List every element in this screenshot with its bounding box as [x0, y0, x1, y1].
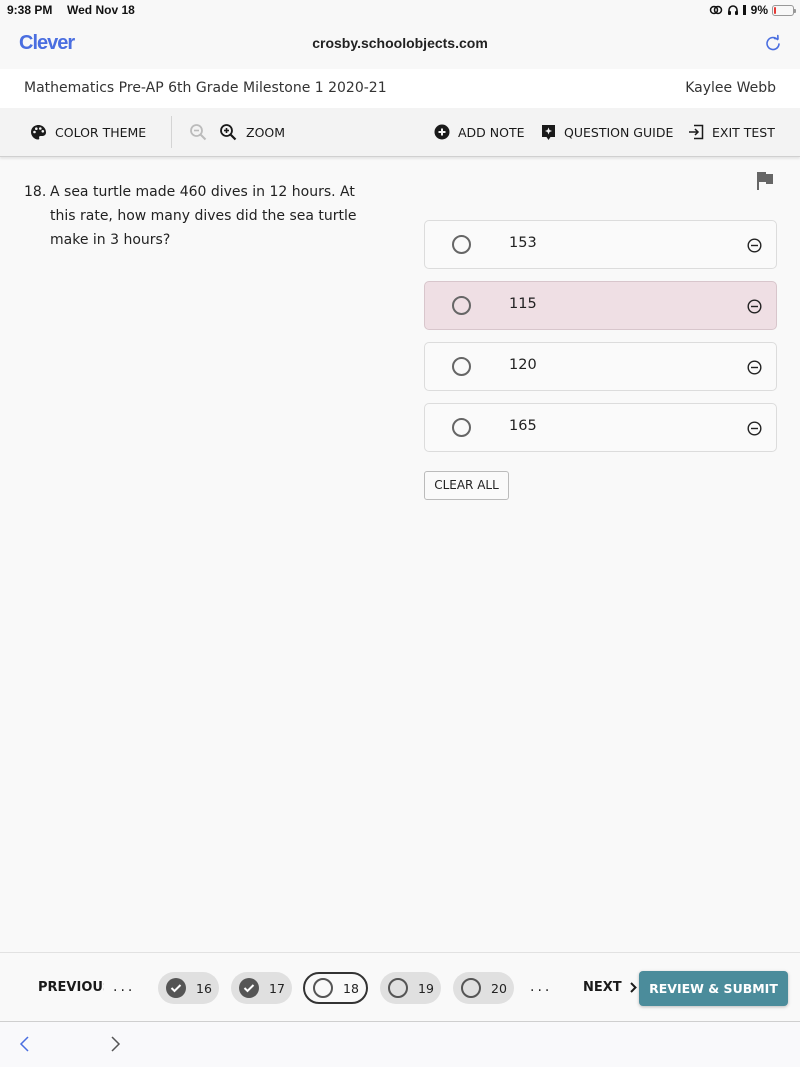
battery-percent: 9%	[750, 3, 768, 17]
color-theme-label: COLOR THEME	[55, 124, 147, 140]
chevron-right-icon[interactable]	[107, 1034, 123, 1054]
test-toolbar: COLOR THEME ZOOM ADD NOTE QUESTION GUIDE…	[0, 108, 800, 157]
next-button[interactable]: NEXT	[583, 980, 637, 995]
chevron-left-icon[interactable]	[17, 1034, 33, 1054]
unanswered-circle-icon	[461, 978, 481, 998]
question-chip-number: 16	[196, 980, 212, 996]
chevron-right-icon	[629, 982, 637, 993]
headphones-icon	[727, 5, 738, 15]
answer-option[interactable]: 165	[424, 403, 777, 452]
answer-label: 153	[509, 235, 537, 251]
question-guide-icon	[542, 124, 555, 140]
zoom-out-icon[interactable]	[189, 123, 208, 142]
eliminate-icon[interactable]	[747, 421, 762, 436]
question-chip-17[interactable]: 17	[231, 972, 292, 1004]
question-navigation: PREVIOUS ... 16 17 18 19 20 ... NEXT REV…	[0, 952, 800, 1022]
add-note-label: ADD NOTE	[458, 124, 525, 140]
reload-icon[interactable]	[764, 34, 782, 52]
student-name: Kaylee Webb	[685, 80, 776, 96]
radio-button[interactable]	[452, 357, 471, 376]
question-chip-number: 17	[269, 980, 285, 996]
radio-button[interactable]	[452, 418, 471, 437]
answer-label: 165	[509, 418, 537, 434]
question-chip-number: 19	[418, 980, 434, 996]
toolbar-divider	[171, 116, 172, 148]
question-chip-20[interactable]: 20	[453, 972, 514, 1004]
zoom-in-icon	[220, 123, 237, 140]
url-display[interactable]: crosby.schoolobjects.com	[0, 35, 800, 51]
status-bar: 9:38 PM Wed Nov 18 9%	[0, 0, 800, 22]
answer-option[interactable]: 115	[424, 281, 777, 330]
zoom-in-button[interactable]: ZOOM	[219, 108, 285, 156]
battery-icon	[772, 4, 796, 16]
question-guide-button[interactable]: QUESTION GUIDE	[541, 108, 673, 156]
screen-mirror-icon	[709, 5, 722, 15]
eliminate-icon[interactable]	[747, 299, 762, 314]
exit-icon	[689, 124, 704, 140]
unanswered-circle-icon	[388, 978, 408, 998]
exit-test-label: EXIT TEST	[712, 124, 775, 140]
test-header: Mathematics Pre-AP 6th Grade Milestone 1…	[0, 69, 800, 108]
answer-label: 115	[509, 296, 537, 312]
status-indicators: 9%	[709, 3, 796, 17]
add-circle-icon	[434, 124, 450, 140]
ellipsis-left: ...	[113, 979, 136, 995]
signal-icon	[742, 5, 746, 15]
review-submit-button[interactable]: REVIEW & SUBMIT	[639, 971, 788, 1006]
question-chip-number: 20	[491, 980, 507, 996]
question-guide-label: QUESTION GUIDE	[564, 124, 674, 140]
question-chip-18[interactable]: 18	[303, 972, 368, 1004]
answer-label: 120	[509, 357, 537, 373]
clear-all-button[interactable]: CLEAR ALL	[424, 471, 509, 500]
check-icon	[166, 978, 186, 998]
browser-bar: Clever crosby.schoolobjects.com	[0, 22, 800, 69]
flag-icon[interactable]	[756, 171, 774, 191]
question-number: 18.	[24, 184, 47, 200]
status-date: Wed Nov 18	[67, 3, 135, 17]
question-chip-number: 18	[343, 980, 359, 996]
exit-test-button[interactable]: EXIT TEST	[688, 108, 775, 156]
question-chip-16[interactable]: 16	[158, 972, 219, 1004]
previous-button[interactable]: PREVIOUS	[38, 980, 104, 995]
browser-bottom-bar	[0, 1022, 800, 1067]
zoom-label: ZOOM	[246, 124, 286, 140]
answer-option[interactable]: 153	[424, 220, 777, 269]
status-time: 9:38 PM	[7, 3, 53, 17]
eliminate-icon[interactable]	[747, 238, 762, 253]
palette-icon	[31, 124, 46, 139]
add-note-button[interactable]: ADD NOTE	[434, 108, 525, 156]
test-title: Mathematics Pre-AP 6th Grade Milestone 1…	[24, 80, 387, 96]
next-label: NEXT	[583, 980, 622, 995]
question-chip-19[interactable]: 19	[380, 972, 441, 1004]
answer-option[interactable]: 120	[424, 342, 777, 391]
check-icon	[239, 978, 259, 998]
eliminate-icon[interactable]	[747, 360, 762, 375]
question-text: A sea turtle made 460 dives in 12 hours.…	[50, 184, 357, 248]
ellipsis-right: ...	[530, 979, 553, 995]
answer-choices: 153 115 120 165	[424, 220, 777, 464]
color-theme-button[interactable]: COLOR THEME	[30, 108, 146, 156]
radio-button[interactable]	[452, 296, 471, 315]
radio-button[interactable]	[452, 235, 471, 254]
unanswered-circle-icon	[313, 978, 333, 998]
question-stem: 18. A sea turtle made 460 dives in 12 ho…	[24, 180, 364, 252]
